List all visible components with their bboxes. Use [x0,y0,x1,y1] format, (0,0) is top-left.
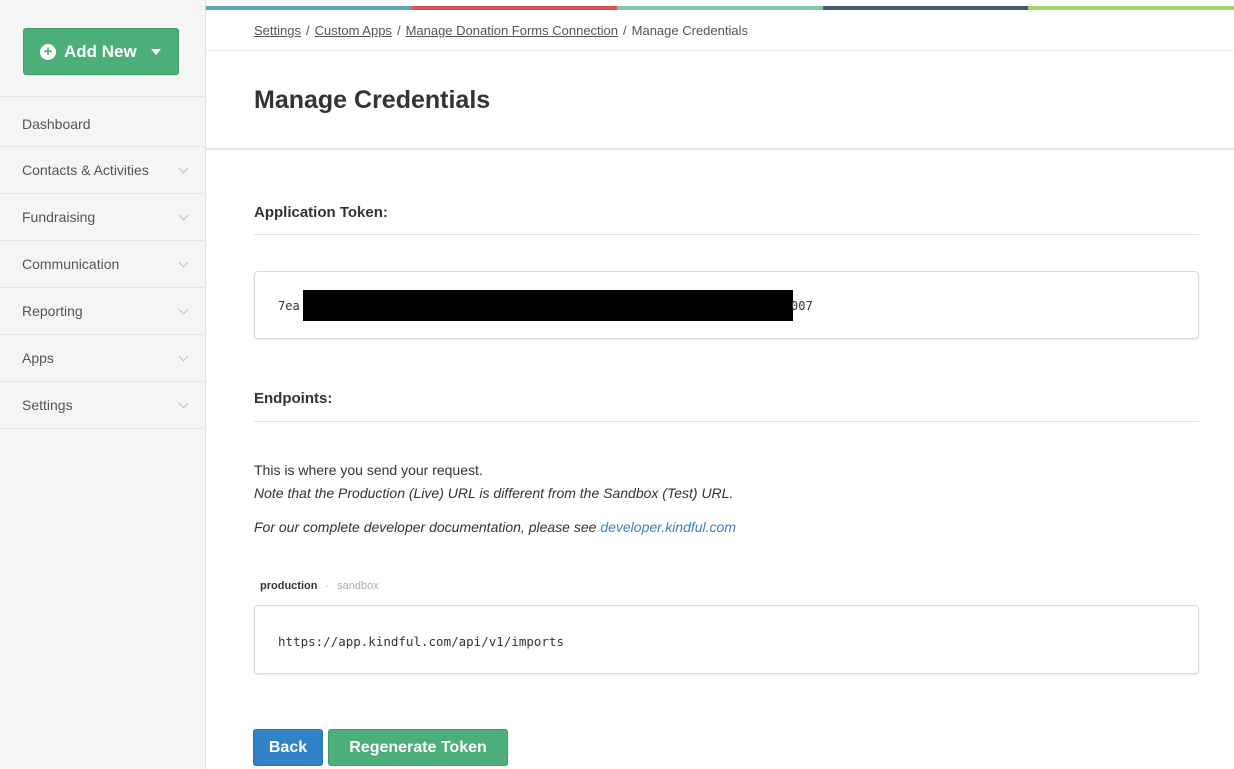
chevron-down-icon [178,351,189,361]
breadcrumb-separator: / [305,23,310,38]
tab-separator: - [325,580,330,592]
endpoint-url: https://app.kindful.com/api/v1/imports [278,634,564,649]
endpoints-heading: Endpoints: [254,390,333,407]
regenerate-token-button[interactable]: Regenerate Token [328,729,508,766]
sidebar-item-label: Fundraising [22,209,96,225]
developer-docs-link[interactable]: developer.kindful.com [600,519,736,535]
breadcrumb-separator: / [396,23,401,38]
page-title: Manage Credentials [254,86,491,114]
color-segment [822,6,1029,10]
tab-production[interactable]: production [260,580,317,592]
sidebar-item-label: Communication [22,256,120,272]
sidebar-item-settings[interactable]: Settings [0,382,205,429]
chevron-down-icon [178,257,189,267]
sidebar-item-label: Dashboard [22,115,91,132]
breadcrumb: Settings / Custom Apps / Manage Donation For… [254,23,748,38]
endpoints-intro: This is where you send your request. [254,462,483,478]
sidebar-item-reporting[interactable]: Reporting [0,288,205,335]
plus-circle-icon: + [40,43,56,60]
environment-tabs: production - sandbox [260,580,379,592]
chevron-down-icon [178,163,189,173]
breadcrumb-link-donation-forms[interactable]: Manage Donation Forms Connection [406,23,618,38]
back-button[interactable]: Back [253,729,323,766]
sidebar-item-communication[interactable]: Communication [0,241,205,288]
color-segment [411,6,618,10]
caret-down-icon [150,48,161,55]
add-new-label: Add New [64,41,137,61]
sidebar-item-apps[interactable]: Apps [0,335,205,382]
endpoints-note: Note that the Production (Live) URL is d… [254,485,734,501]
sidebar-item-label: Contacts & Activities [22,162,149,178]
sidebar-item-dashboard[interactable]: Dashboard [0,97,205,147]
color-segment [206,6,412,10]
color-segment [617,6,823,10]
sidebar-item-label: Apps [22,350,54,366]
divider [254,421,1199,422]
docs-text: For our complete developer documentation… [254,519,736,535]
sidebar-item-contacts-activities[interactable]: Contacts & Activities [0,147,205,194]
breadcrumb-link-settings[interactable]: Settings [254,23,301,38]
breadcrumb-current: Manage Credentials [631,23,748,38]
color-segment [1028,6,1234,10]
chevron-down-icon [178,210,189,220]
endpoint-url-field[interactable]: https://app.kindful.com/api/v1/imports [254,605,1199,674]
chevron-down-icon [178,398,189,408]
token-redaction-bar [303,290,793,321]
application-token-heading: Application Token: [254,204,388,221]
divider [254,234,1199,235]
sidebar-header: + Add New [0,0,205,97]
breadcrumb-link-custom-apps[interactable]: Custom Apps [315,23,392,38]
sidebar-item-label: Settings [22,397,73,413]
sidebar: + Add New Dashboard Contacts & Activitie… [0,0,206,769]
token-suffix: 007 [791,299,813,313]
add-new-button[interactable]: + Add New [23,28,179,75]
divider [206,148,1234,150]
sidebar-item-fundraising[interactable]: Fundraising [0,194,205,241]
token-prefix: 7ea [278,299,300,313]
tab-sandbox[interactable]: sandbox [337,580,379,592]
divider [206,50,1234,51]
application-token-field[interactable]: 7ea 007 [254,271,1199,339]
sidebar-item-label: Reporting [22,303,83,319]
brand-color-bar [206,6,1234,10]
breadcrumb-separator: / [623,23,627,38]
docs-prefix: For our complete developer documentation… [254,519,601,535]
chevron-down-icon [178,304,189,314]
